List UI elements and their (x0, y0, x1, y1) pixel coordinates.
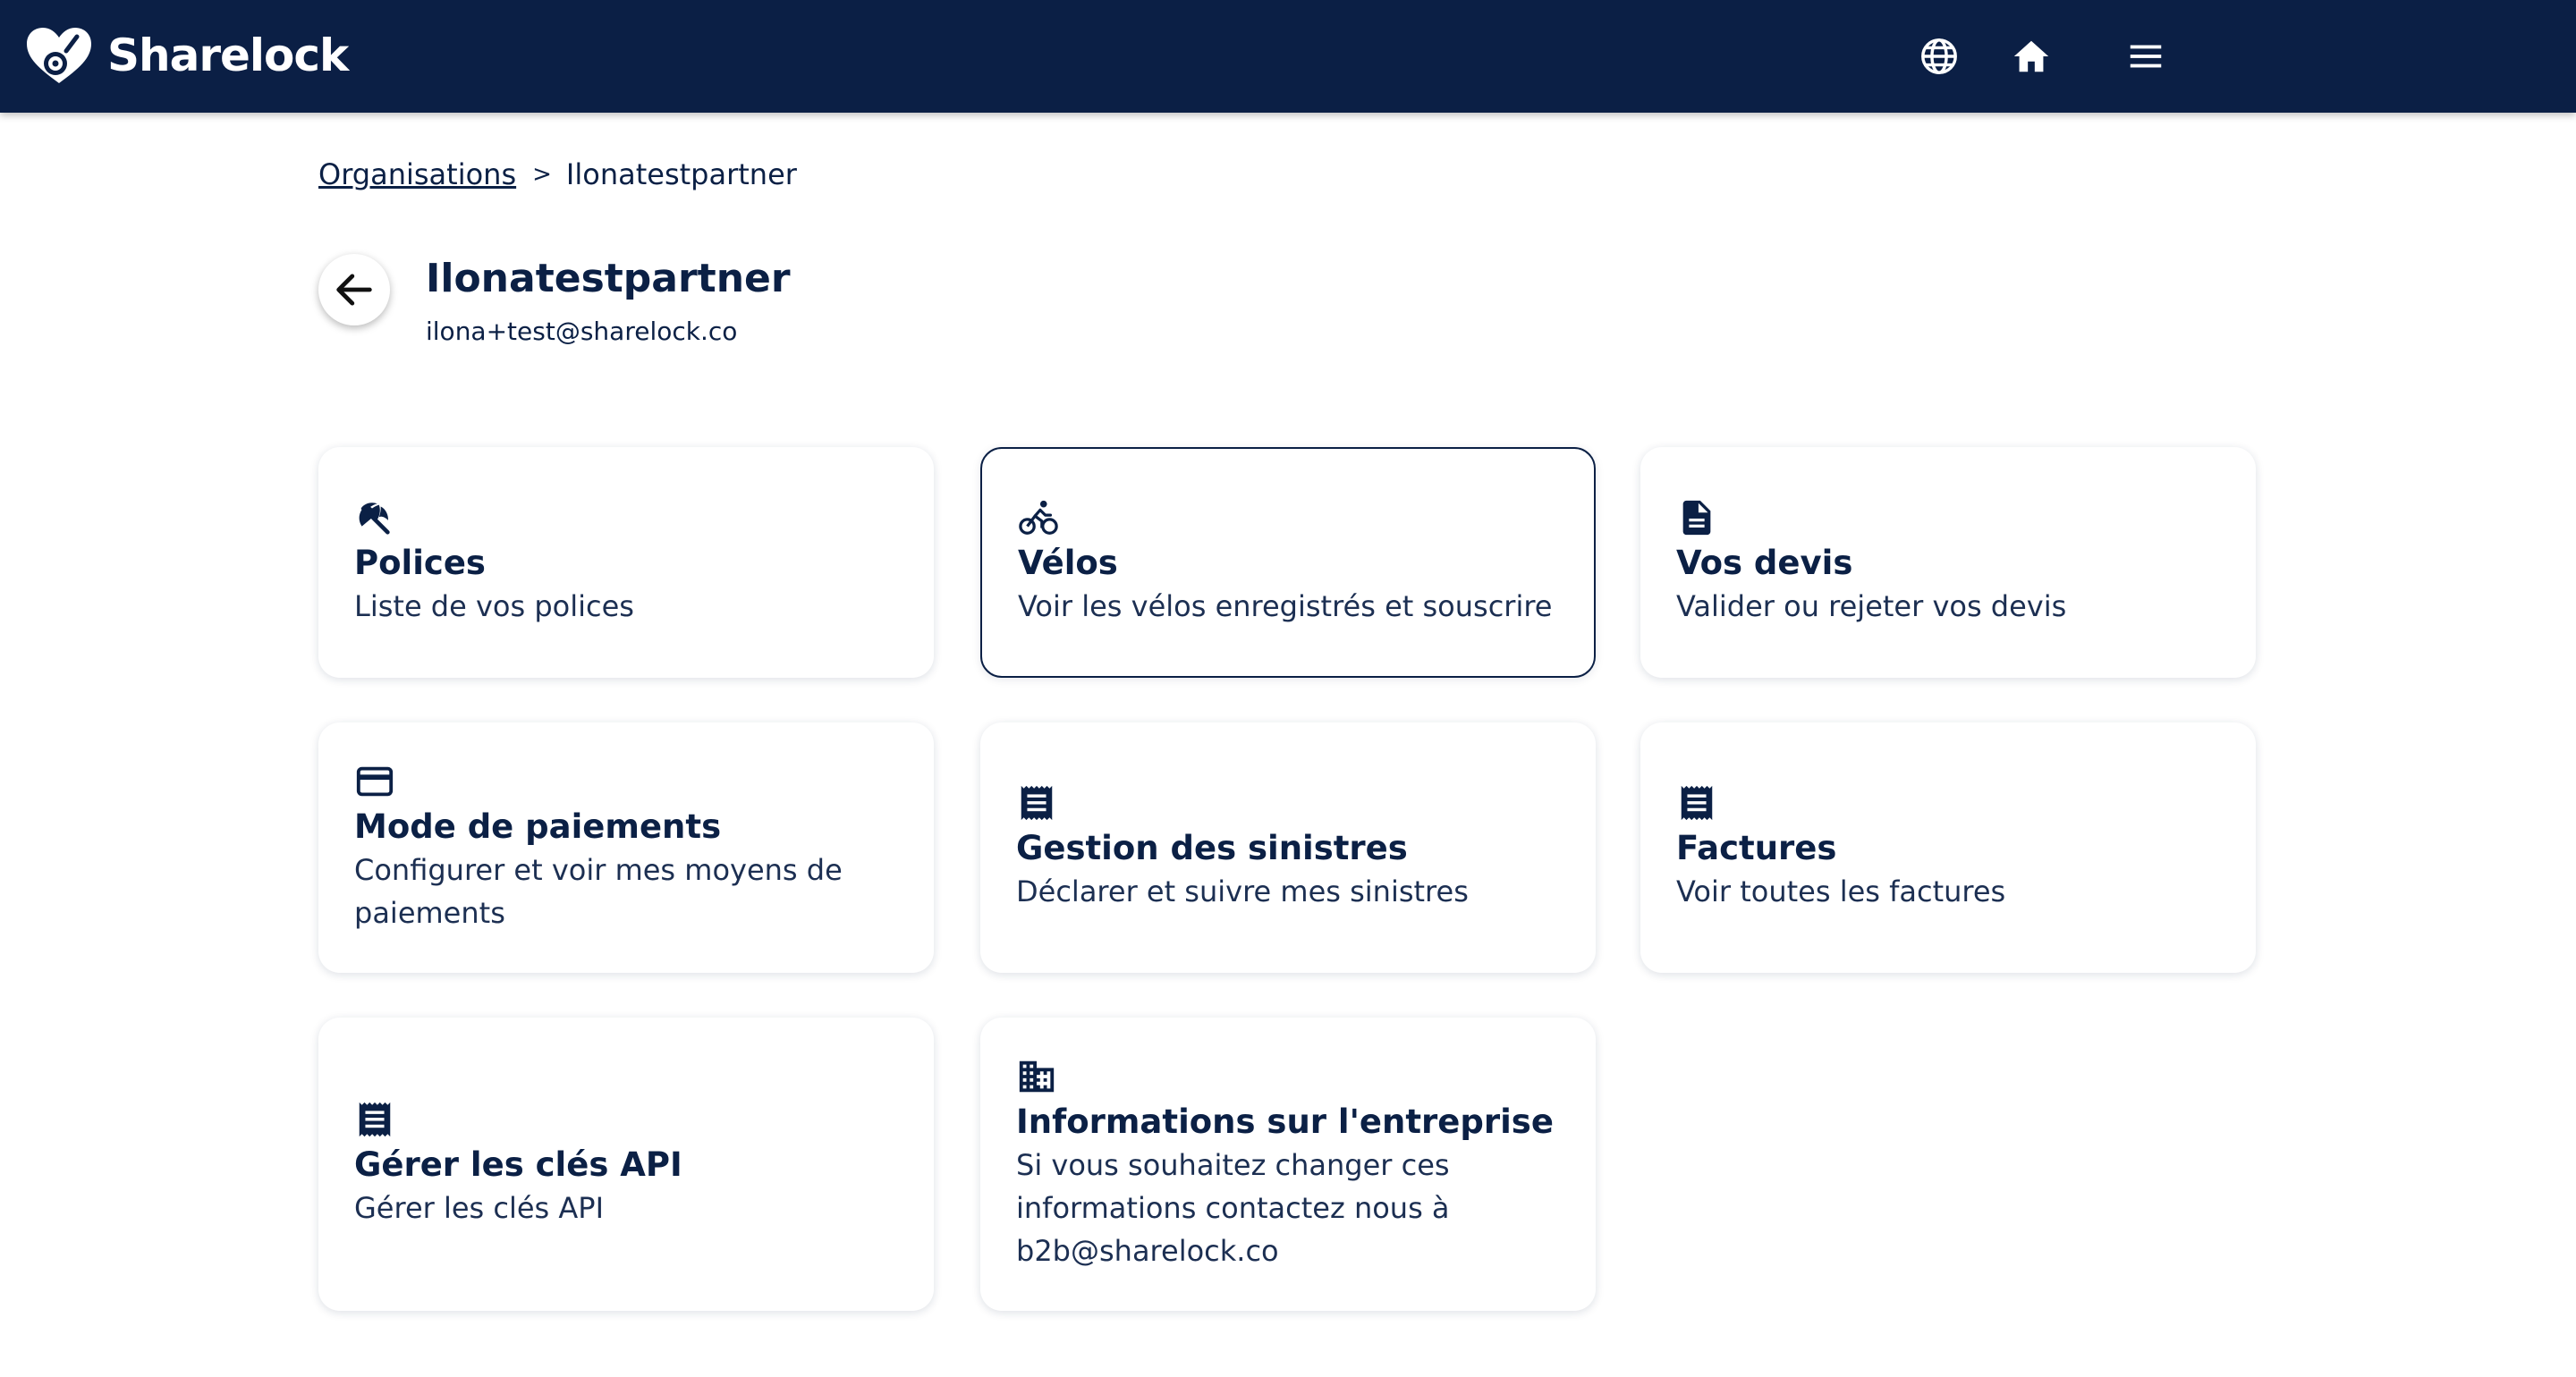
card-title: Informations sur l'entreprise (1016, 1102, 1554, 1141)
organisation-email: ilona+test@sharelock.co (426, 317, 738, 346)
bike-icon (1019, 500, 1058, 535)
card-title: Factures (1676, 829, 1837, 867)
card-description: Valider ou rejeter vos devis (1676, 589, 2067, 623)
card-description: Configurer et voir mes moyens de paiemen… (354, 853, 843, 930)
top-navbar: Sharelock (0, 0, 2576, 113)
card-title: Gérer les clés API (354, 1145, 682, 1184)
breadcrumb-separator: > (532, 161, 552, 188)
card-velos[interactable]: Vélos Voir les vélos enregistrés et sous… (980, 447, 1596, 678)
card-description: Déclarer et suivre mes sinistres (1016, 874, 1469, 908)
card-vos-devis[interactable]: Vos devis Valider ou rejeter vos devis (1640, 447, 2256, 678)
card-description: Liste de vos polices (354, 589, 634, 623)
receipt-icon (359, 1102, 391, 1137)
brand-name: Sharelock (107, 30, 349, 81)
card-title: Vélos (1018, 544, 1118, 582)
language-button[interactable] (1917, 34, 1962, 79)
card-description: Voir toutes les factures (1676, 874, 2006, 908)
menu-button[interactable] (2123, 34, 2168, 79)
breadcrumb-organisations-link[interactable]: Organisations (318, 157, 516, 191)
card-title: Mode de paiements (354, 807, 722, 846)
card-factures[interactable]: Factures Voir toutes les factures (1640, 722, 2256, 973)
card-title: Vos devis (1676, 544, 1853, 582)
receipt-icon (1021, 785, 1053, 821)
breadcrumb: Organisations > Ilonatestpartner (318, 157, 797, 191)
arrow-left-icon (336, 274, 372, 306)
receipt-icon (1681, 785, 1713, 821)
document-icon (1682, 500, 1711, 536)
sharelock-logo[interactable]: Sharelock (23, 20, 349, 91)
back-button[interactable] (318, 254, 390, 325)
home-icon (2013, 40, 2049, 72)
breadcrumb-current: Ilonatestpartner (565, 157, 797, 191)
menu-icon (2130, 45, 2162, 68)
card-gestion-des-sinistres[interactable]: Gestion des sinistres Déclarer et suivre… (980, 722, 1596, 973)
credit-card-icon (356, 766, 394, 797)
card-polices[interactable]: Polices Liste de vos polices (318, 447, 934, 678)
globe-icon (1921, 38, 1957, 74)
card-title: Gestion des sinistres (1016, 829, 1408, 867)
heart-lock-logo-icon (27, 28, 91, 83)
page-title: Ilonatestpartner (426, 256, 791, 301)
card-title: Polices (354, 544, 486, 582)
card-gerer-les-cles-api[interactable]: Gérer les clés API Gérer les clés API (318, 1018, 934, 1311)
umbrella-icon (359, 503, 390, 535)
card-description: Si vous souhaitez changer ces informatio… (1016, 1148, 1450, 1268)
home-button[interactable] (2009, 34, 2054, 79)
card-mode-de-paiements[interactable]: Mode de paiements Configurer et voir mes… (318, 722, 934, 973)
card-description: Voir les vélos enregistrés et souscrire (1018, 589, 1553, 623)
card-description: Gérer les clés API (354, 1191, 605, 1225)
card-informations-entreprise[interactable]: Informations sur l'entreprise Si vous so… (980, 1018, 1596, 1311)
building-icon (1019, 1060, 1055, 1093)
